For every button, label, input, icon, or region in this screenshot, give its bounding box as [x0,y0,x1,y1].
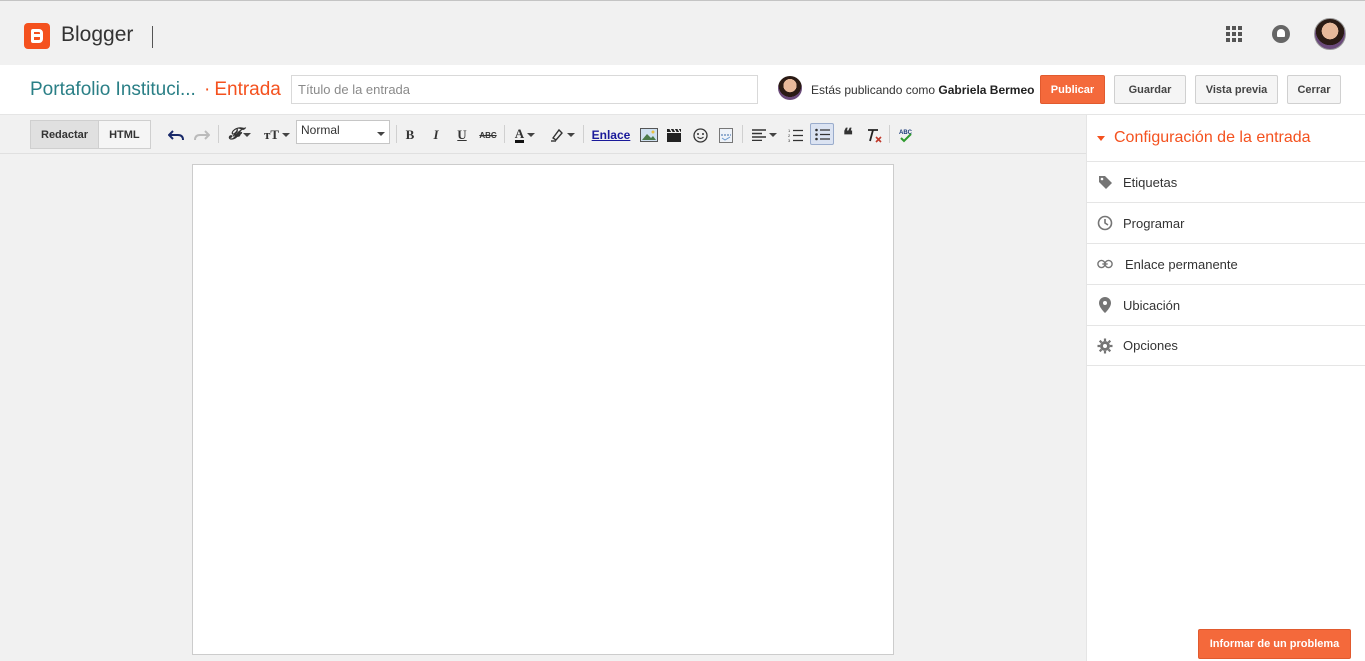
bulleted-list-icon[interactable] [810,123,834,145]
location-pin-icon [1097,297,1113,313]
account-avatar[interactable] [1314,18,1346,50]
editor-area [0,154,1086,661]
post-body-editor[interactable] [192,164,894,655]
post-settings-list: Etiquetas Programar Enlace permanente Ub… [1087,161,1365,366]
preview-button[interactable]: Vista previa [1195,75,1278,104]
insert-jump-break-icon[interactable] [717,126,735,144]
undo-icon[interactable] [167,126,185,144]
sidebar-item-options[interactable]: Opciones [1087,325,1365,366]
blog-title-link[interactable]: Portafolio Instituci... [30,79,196,101]
paragraph-format-select[interactable]: Normal [296,120,390,144]
svg-text:3: 3 [788,138,791,142]
highlight-color-icon[interactable] [547,126,577,144]
sidebar-item-label: Etiquetas [1123,174,1178,190]
toolbar-separator [889,125,890,143]
toolbar-separator [218,125,219,143]
sidebar-item-label: Enlace permanente [1125,256,1238,272]
gear-icon [1097,338,1113,354]
link-icon [1097,256,1113,272]
blogger-logo-icon[interactable] [24,23,50,49]
redo-icon[interactable] [193,126,211,144]
text-color-icon[interactable]: A [510,126,540,144]
collapse-triangle-icon [1097,135,1105,141]
apps-grid-icon[interactable] [1226,26,1242,42]
tag-icon [1097,174,1113,190]
font-size-icon[interactable]: ᴛT [262,126,292,144]
font-family-icon[interactable]: 𝓕 [226,126,254,144]
post-title-input[interactable] [291,75,758,104]
align-icon[interactable] [749,126,779,144]
paragraph-format-value: Normal [301,123,340,137]
header-divider [152,26,153,48]
sidebar-item-location[interactable]: Ubicación [1087,284,1365,325]
post-kind-text: Entrada [214,79,281,100]
notifications-bell-icon[interactable] [1272,25,1290,43]
insert-link-button[interactable]: Enlace [590,126,632,144]
close-button[interactable]: Cerrar [1287,75,1341,104]
post-settings-sidebar: Configuración de la entrada Etiquetas Pr… [1086,115,1365,661]
post-kind-label: · Entrada [204,79,281,101]
save-button[interactable]: Guardar [1114,75,1186,104]
strikethrough-icon[interactable]: ABC [478,126,498,144]
tab-html[interactable]: HTML [99,121,150,148]
publishing-as-text: Estás publicando como Gabriela Bermeo [811,83,1034,97]
emoji-icon[interactable] [691,126,709,144]
app-name[interactable]: Blogger [61,23,133,47]
clock-icon [1097,215,1113,231]
clear-formatting-icon[interactable] [864,126,884,144]
top-bar: Blogger [0,0,1365,65]
publishing-as-prefix: Estás publicando como [811,83,936,97]
numbered-list-icon[interactable]: 123 [786,126,804,144]
insert-image-icon[interactable] [639,126,659,144]
author-avatar [778,76,802,100]
tab-compose[interactable]: Redactar [31,121,100,148]
sidebar-item-label: Ubicación [1123,297,1181,313]
toolbar-separator [396,125,397,143]
sidebar-item-label: Opciones [1123,338,1178,353]
post-settings-heading[interactable]: Configuración de la entrada [1097,129,1311,147]
insert-video-icon[interactable] [665,126,683,144]
quote-icon[interactable]: ❝ [839,125,857,145]
bold-icon[interactable]: B [402,126,418,144]
spellcheck-icon[interactable]: ABC [896,126,916,144]
underline-icon[interactable]: U [454,126,470,144]
italic-icon[interactable]: I [428,126,444,144]
sidebar-item-permalink[interactable]: Enlace permanente [1087,243,1365,284]
toolbar-separator [504,125,505,143]
toolbar-separator [742,125,743,143]
post-settings-heading-text: Configuración de la entrada [1114,129,1311,146]
editor-mode-tabs: Redactar HTML [30,120,151,149]
sidebar-item-schedule[interactable]: Programar [1087,202,1365,243]
toolbar-separator [583,125,584,143]
editor-toolbar: Redactar HTML 𝓕 ᴛT Normal B I U ABC A En… [0,115,1086,154]
report-problem-button[interactable]: Informar de un problema [1198,629,1351,659]
sidebar-item-labels[interactable]: Etiquetas [1087,161,1365,202]
publish-button[interactable]: Publicar [1040,75,1105,104]
post-kind-separator: · [204,79,211,100]
sidebar-item-label: Programar [1123,215,1185,231]
post-header-bar: Portafolio Instituci... ·Entrada Estás p… [0,65,1365,115]
publishing-as-user: Gabriela Bermeo [938,83,1035,97]
